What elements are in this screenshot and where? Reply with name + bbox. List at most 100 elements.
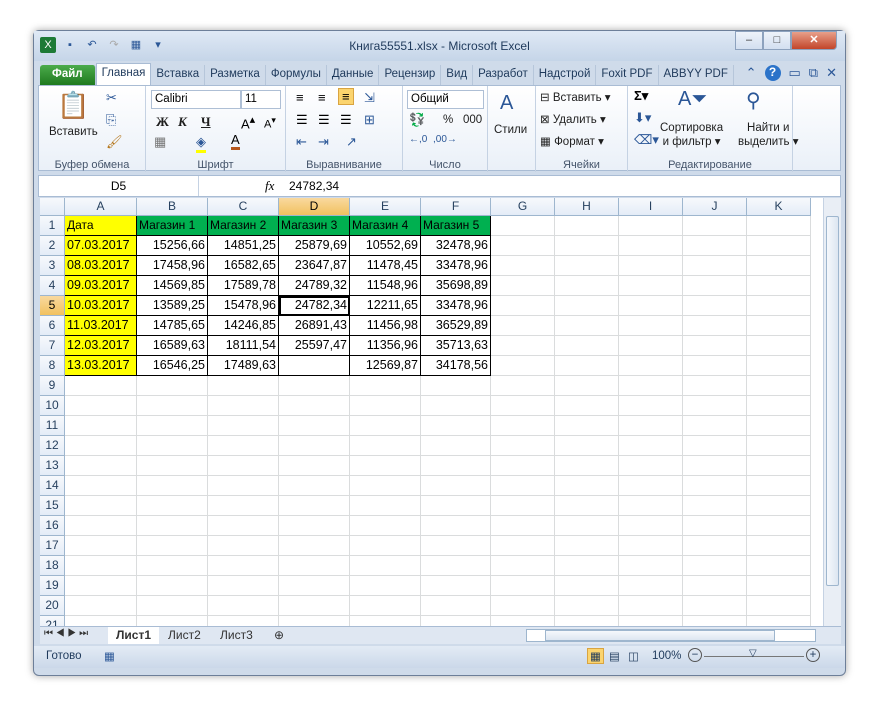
- cell-E8[interactable]: 12569,87: [350, 356, 421, 376]
- cell-F2[interactable]: 32478,96: [421, 236, 491, 256]
- cell-D14[interactable]: [279, 476, 350, 496]
- cell-H12[interactable]: [555, 436, 619, 456]
- cell-F13[interactable]: [421, 456, 491, 476]
- row-header-20[interactable]: 20: [40, 596, 65, 616]
- cell-H11[interactable]: [555, 416, 619, 436]
- cell-G2[interactable]: [491, 236, 555, 256]
- cell-I10[interactable]: [619, 396, 683, 416]
- cell-H7[interactable]: [555, 336, 619, 356]
- cell-K9[interactable]: [747, 376, 811, 396]
- cell-H15[interactable]: [555, 496, 619, 516]
- cell-G12[interactable]: [491, 436, 555, 456]
- column-header-J[interactable]: J: [683, 198, 747, 216]
- row-header-3[interactable]: 3: [40, 256, 65, 276]
- cell-E6[interactable]: 11456,98: [350, 316, 421, 336]
- cell-J18[interactable]: [683, 556, 747, 576]
- styles-button[interactable]: Стили: [494, 124, 527, 136]
- cell-G18[interactable]: [491, 556, 555, 576]
- cell-D19[interactable]: [279, 576, 350, 596]
- vertical-scroll-thumb[interactable]: [826, 216, 839, 586]
- zoom-out-button[interactable]: −: [688, 648, 702, 662]
- increase-decimal-icon[interactable]: ←,0: [409, 134, 427, 145]
- cell-I9[interactable]: [619, 376, 683, 396]
- row-header-6[interactable]: 6: [40, 316, 65, 336]
- orientation-icon[interactable]: ↗: [346, 134, 357, 150]
- cell-C3[interactable]: 16582,65: [208, 256, 279, 276]
- cell-K14[interactable]: [747, 476, 811, 496]
- cell-E2[interactable]: 10552,69: [350, 236, 421, 256]
- cell-B1[interactable]: Магазин 1: [137, 216, 208, 236]
- cell-A21[interactable]: [65, 616, 137, 626]
- select-all-corner[interactable]: [40, 198, 65, 216]
- cell-D7[interactable]: 25597,47: [279, 336, 350, 356]
- tab-3[interactable]: Разметка: [205, 65, 266, 85]
- fill-color-icon[interactable]: ◈: [196, 134, 206, 153]
- cell-I21[interactable]: [619, 616, 683, 626]
- cell-K5[interactable]: [747, 296, 811, 316]
- row-header-7[interactable]: 7: [40, 336, 65, 356]
- cell-G1[interactable]: [491, 216, 555, 236]
- cell-J12[interactable]: [683, 436, 747, 456]
- cell-I1[interactable]: [619, 216, 683, 236]
- align-right-icon[interactable]: ☰: [340, 112, 352, 128]
- cell-G19[interactable]: [491, 576, 555, 596]
- formula-input[interactable]: 24782,34: [289, 179, 339, 193]
- column-header-B[interactable]: B: [137, 198, 208, 216]
- cell-D9[interactable]: [279, 376, 350, 396]
- tab-7[interactable]: Вид: [441, 65, 474, 85]
- cell-H9[interactable]: [555, 376, 619, 396]
- row-header-14[interactable]: 14: [40, 476, 65, 496]
- grow-font-icon[interactable]: A▴: [241, 113, 255, 131]
- cell-J7[interactable]: [683, 336, 747, 356]
- cell-F6[interactable]: 36529,89: [421, 316, 491, 336]
- cell-E18[interactable]: [350, 556, 421, 576]
- cell-D17[interactable]: [279, 536, 350, 556]
- cell-H16[interactable]: [555, 516, 619, 536]
- cell-C20[interactable]: [208, 596, 279, 616]
- cell-J13[interactable]: [683, 456, 747, 476]
- cell-D15[interactable]: [279, 496, 350, 516]
- cell-C10[interactable]: [208, 396, 279, 416]
- cell-J1[interactable]: [683, 216, 747, 236]
- cell-A16[interactable]: [65, 516, 137, 536]
- cell-D6[interactable]: 26891,43: [279, 316, 350, 336]
- cell-C12[interactable]: [208, 436, 279, 456]
- cell-I20[interactable]: [619, 596, 683, 616]
- cell-H19[interactable]: [555, 576, 619, 596]
- cell-I16[interactable]: [619, 516, 683, 536]
- cell-D5[interactable]: 24782,34: [279, 296, 350, 316]
- cell-K4[interactable]: [747, 276, 811, 296]
- column-header-I[interactable]: I: [619, 198, 683, 216]
- workbook-restore-icon[interactable]: ⧉: [809, 65, 818, 81]
- cell-H18[interactable]: [555, 556, 619, 576]
- align-bottom-icon[interactable]: ≡: [338, 88, 354, 105]
- cell-F10[interactable]: [421, 396, 491, 416]
- sheet-tab-2[interactable]: Лист2: [160, 627, 209, 644]
- font-color-icon[interactable]: A: [231, 132, 240, 150]
- decrease-indent-icon[interactable]: ⇤: [296, 134, 307, 150]
- copy-icon[interactable]: ⎘: [106, 112, 116, 128]
- cell-G3[interactable]: [491, 256, 555, 276]
- column-header-E[interactable]: E: [350, 198, 421, 216]
- cell-K15[interactable]: [747, 496, 811, 516]
- row-header-8[interactable]: 8: [40, 356, 65, 376]
- cell-B14[interactable]: [137, 476, 208, 496]
- cell-I13[interactable]: [619, 456, 683, 476]
- percent-button[interactable]: %: [443, 114, 453, 126]
- cell-E7[interactable]: 11356,96: [350, 336, 421, 356]
- cell-G7[interactable]: [491, 336, 555, 356]
- tab-0[interactable]: Файл: [40, 65, 96, 85]
- cell-G13[interactable]: [491, 456, 555, 476]
- clear-icon[interactable]: ⌫▾: [634, 132, 659, 148]
- cell-A15[interactable]: [65, 496, 137, 516]
- row-header-19[interactable]: 19: [40, 576, 65, 596]
- cell-E14[interactable]: [350, 476, 421, 496]
- styles-icon[interactable]: A: [500, 92, 513, 115]
- cell-C17[interactable]: [208, 536, 279, 556]
- cell-C21[interactable]: [208, 616, 279, 626]
- cell-J21[interactable]: [683, 616, 747, 626]
- cell-D2[interactable]: 25879,69: [279, 236, 350, 256]
- cell-E17[interactable]: [350, 536, 421, 556]
- cell-D11[interactable]: [279, 416, 350, 436]
- cell-G11[interactable]: [491, 416, 555, 436]
